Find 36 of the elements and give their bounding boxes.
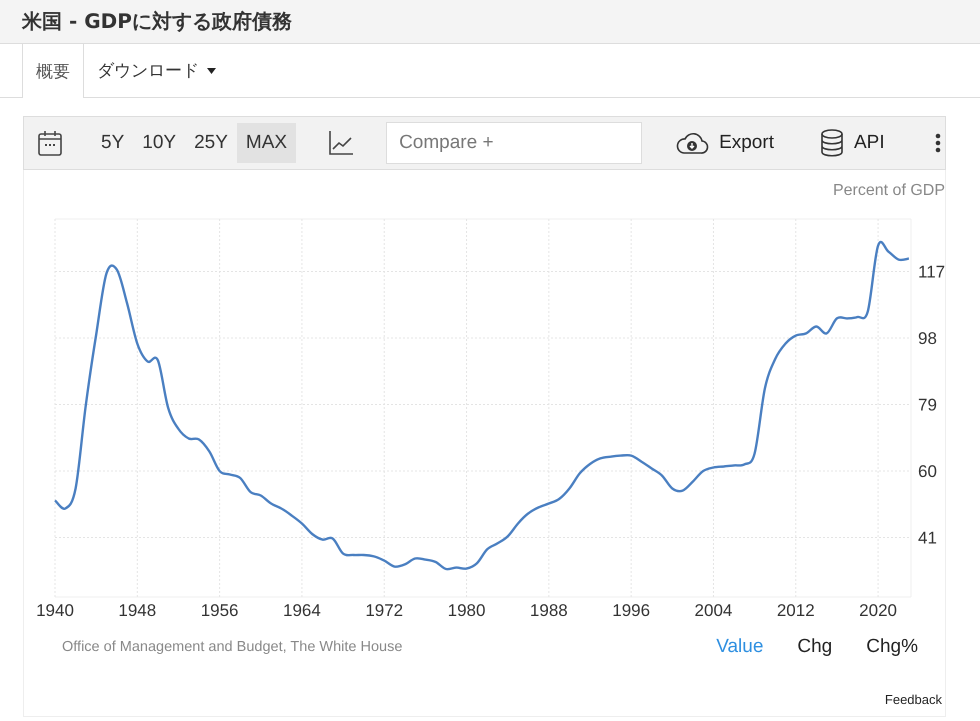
- page-title: 米国 - GDPに対する政府債務: [22, 8, 292, 35]
- axis-label: 2004: [694, 601, 732, 620]
- view-tab[interactable]: Chg%: [859, 636, 925, 658]
- tab[interactable]: 概要: [22, 44, 84, 98]
- database-icon: [820, 129, 844, 157]
- axis-label: 1980: [448, 601, 486, 620]
- axis-label: 1972: [365, 601, 404, 620]
- more-icon[interactable]: [934, 133, 941, 153]
- tab[interactable]: ダウンロード: [84, 44, 229, 97]
- axis-label: 1940: [36, 601, 74, 620]
- axis-label: 1988: [530, 601, 568, 620]
- axis-label: 2012: [776, 601, 815, 620]
- source-text: Office of Management and Budget, The White House: [62, 639, 404, 655]
- axis-label: 1948: [118, 601, 156, 620]
- feedback-link[interactable]: Feedback: [884, 692, 942, 707]
- range-button[interactable]: MAX: [236, 123, 296, 163]
- range-button[interactable]: 10Y: [133, 123, 186, 163]
- range-button[interactable]: 25Y: [185, 123, 237, 163]
- axis-label: 98: [918, 329, 937, 348]
- axis-label: 1996: [612, 601, 650, 620]
- export-button[interactable]: Export: [669, 130, 780, 156]
- unit-label: Percent of GDP: [832, 182, 945, 200]
- axis-label: 60: [918, 462, 937, 481]
- range-button[interactable]: 5Y: [92, 123, 134, 163]
- axis-label: 1964: [283, 601, 321, 620]
- calendar-icon: [38, 130, 62, 156]
- line-chart-icon: [328, 130, 354, 156]
- api-button[interactable]: API: [814, 128, 891, 158]
- cloud-download-icon: [675, 131, 710, 155]
- axis-label: 41: [918, 528, 937, 548]
- compare-field[interactable]: Compare +: [386, 122, 642, 164]
- view-tab[interactable]: Chg: [790, 636, 840, 658]
- axis-label: 2020: [859, 601, 897, 620]
- axis-label: 117: [918, 262, 945, 282]
- axis-label: 1956: [200, 601, 239, 620]
- axis-label: 79: [918, 396, 937, 414]
